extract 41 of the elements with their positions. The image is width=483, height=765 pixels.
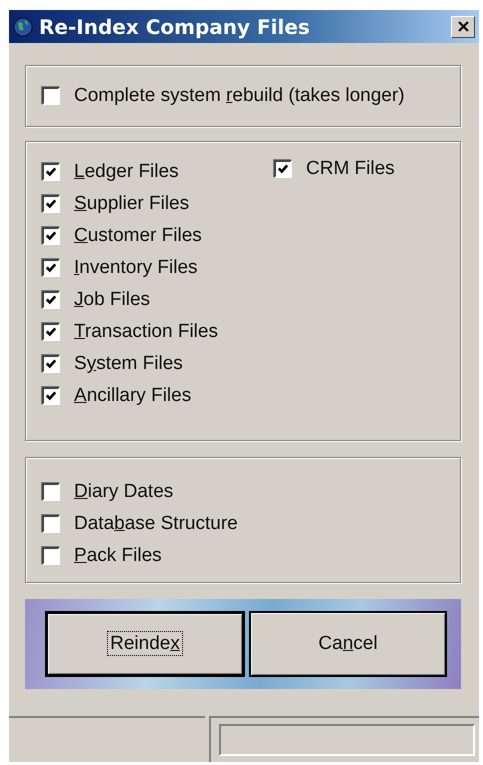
checkmark-icon xyxy=(45,294,57,306)
close-button[interactable] xyxy=(451,16,475,38)
checkmark-icon xyxy=(45,358,57,370)
checkbox-label[interactable]: Pack Files xyxy=(74,545,162,568)
checkbox[interactable] xyxy=(274,160,292,178)
checkbox-label[interactable]: Diary Dates xyxy=(74,481,174,504)
checkbox[interactable] xyxy=(42,355,60,374)
checkbox-label[interactable]: Job Files xyxy=(74,289,150,312)
checkbox[interactable] xyxy=(42,259,60,278)
checkbox[interactable] xyxy=(42,87,60,106)
checkbox[interactable] xyxy=(42,163,60,182)
checkbox[interactable] xyxy=(42,323,60,342)
checkbox-label[interactable]: Database Structure xyxy=(74,513,238,536)
checkmark-icon xyxy=(45,390,57,402)
checkbox[interactable] xyxy=(42,515,60,534)
checkbox-label[interactable]: System Files xyxy=(74,353,183,376)
checkbox[interactable] xyxy=(42,291,60,310)
checkmark-icon xyxy=(277,163,289,176)
checkmark-icon xyxy=(45,198,57,210)
dialog-button[interactable]: Cancel xyxy=(249,611,447,678)
window-title: Re-Index Company Files xyxy=(39,14,311,39)
checkmark-icon xyxy=(45,326,57,338)
checkbox[interactable] xyxy=(42,387,60,406)
checkbox-label[interactable]: Complete system rebuild (takes longer) xyxy=(74,85,405,108)
checkbox[interactable] xyxy=(42,195,60,214)
checkmark-icon xyxy=(45,262,57,274)
checkbox-label[interactable]: Transaction Files xyxy=(74,321,218,344)
checkmark-icon xyxy=(45,230,57,242)
checkbox-label[interactable]: Inventory Files xyxy=(74,257,198,280)
checkbox-label[interactable]: CRM Files xyxy=(306,158,395,180)
checkbox[interactable] xyxy=(42,547,60,566)
dialog-button[interactable]: Reindex xyxy=(45,611,245,678)
close-icon xyxy=(458,21,468,32)
checkbox-label[interactable]: Ledger Files xyxy=(74,161,179,184)
checkbox[interactable] xyxy=(42,227,60,246)
checkbox-label[interactable]: Supplier Files xyxy=(74,193,190,216)
checkbox-label[interactable]: Customer Files xyxy=(74,225,202,248)
checkmark-icon xyxy=(45,166,57,178)
checkbox[interactable] xyxy=(42,483,60,502)
globe-icon xyxy=(13,16,33,37)
checkbox-label[interactable]: Ancillary Files xyxy=(74,385,192,408)
